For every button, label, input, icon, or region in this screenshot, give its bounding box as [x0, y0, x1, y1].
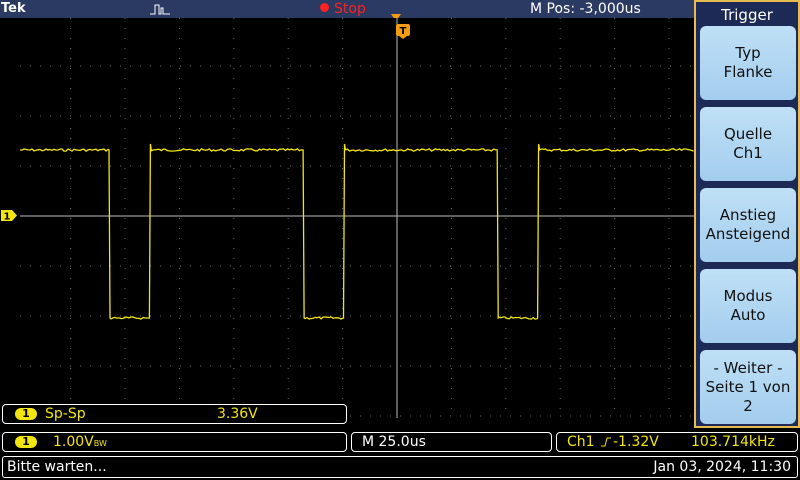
menu-title: Trigger: [721, 6, 773, 24]
measurement-value: 3.36V: [217, 406, 258, 422]
button-line-2: Flanke: [723, 63, 773, 81]
button-line-1: Anstieg: [719, 206, 777, 224]
rising-edge-icon: [601, 437, 611, 447]
volts-per-div: 1.00V: [53, 434, 94, 450]
trigger-time-marker-icon: T: [396, 24, 410, 39]
horizontal-position-readout: M Pos: -3,000us: [530, 1, 641, 17]
measurement-type-label: Sp-Sp: [45, 406, 86, 422]
date-time: Jan 03, 2024, 11:30: [653, 459, 791, 475]
button-line-2: Ansteigend: [705, 225, 791, 243]
trigger-side-menu: Trigger Typ Flanke Quelle Ch1 Anstieg An…: [694, 0, 800, 428]
timebase-readout[interactable]: M 25.0us: [351, 432, 552, 452]
more-page-button[interactable]: - Weiter - Seite 1 von 2: [700, 350, 796, 424]
pulse-icon: [150, 4, 170, 15]
button-line-2: Seite 1 von 2: [705, 377, 791, 415]
waveform-graticule: [19, 18, 695, 418]
bandwidth-limit-indicator: BW: [93, 439, 107, 448]
status-message: Bitte warten...: [7, 459, 107, 475]
trigger-readout[interactable]: Ch1 -1.32V 103.714kHz: [556, 432, 798, 452]
vertical-scale-value: 1.00VBW: [53, 433, 107, 453]
run-state-label[interactable]: Stop: [334, 0, 366, 18]
trigger-source-button[interactable]: Quelle Ch1: [700, 107, 796, 181]
button-line-2: Ch1: [733, 144, 763, 162]
button-line-1: Typ: [735, 44, 761, 62]
channel-badge: 1: [15, 436, 37, 448]
channel-1-waveform-trace: [19, 143, 694, 320]
trigger-mode-button[interactable]: Modus Auto: [700, 269, 796, 343]
trigger-frequency: 103.714kHz: [691, 434, 775, 450]
status-box: Bitte warten... Jan 03, 2024, 11:30: [2, 456, 798, 478]
button-line-1: - Weiter -: [713, 358, 783, 377]
trigger-level: -1.32V: [613, 434, 659, 450]
graticule-grid: [19, 18, 694, 418]
brand-logo: Tek: [1, 1, 26, 16]
button-line-1: Quelle: [723, 125, 773, 143]
vertical-scale-readout[interactable]: 1 1.00VBW: [2, 432, 347, 452]
status-bar: Bitte warten... Jan 03, 2024, 11:30: [0, 454, 800, 480]
button-line-1: Modus: [723, 287, 773, 305]
run-state-indicator-icon: [320, 3, 329, 12]
channel-1-ground-marker-icon[interactable]: 1: [0, 209, 18, 222]
svg-text:T: T: [400, 26, 407, 37]
trigger-type-button[interactable]: Typ Flanke: [700, 26, 796, 100]
timebase-value: M 25.0us: [362, 434, 426, 450]
trigger-slope-button[interactable]: Anstieg Ansteigend: [700, 188, 796, 262]
top-status-bar: Tek Stop M Pos: -3,000us: [0, 0, 694, 18]
channel-badge: 1: [15, 408, 37, 420]
svg-text:1: 1: [4, 212, 11, 223]
button-line-2: Auto: [730, 306, 766, 324]
measurement-readout[interactable]: 1 Sp-Sp 3.36V: [2, 404, 347, 424]
trigger-source: Ch1: [567, 434, 595, 450]
